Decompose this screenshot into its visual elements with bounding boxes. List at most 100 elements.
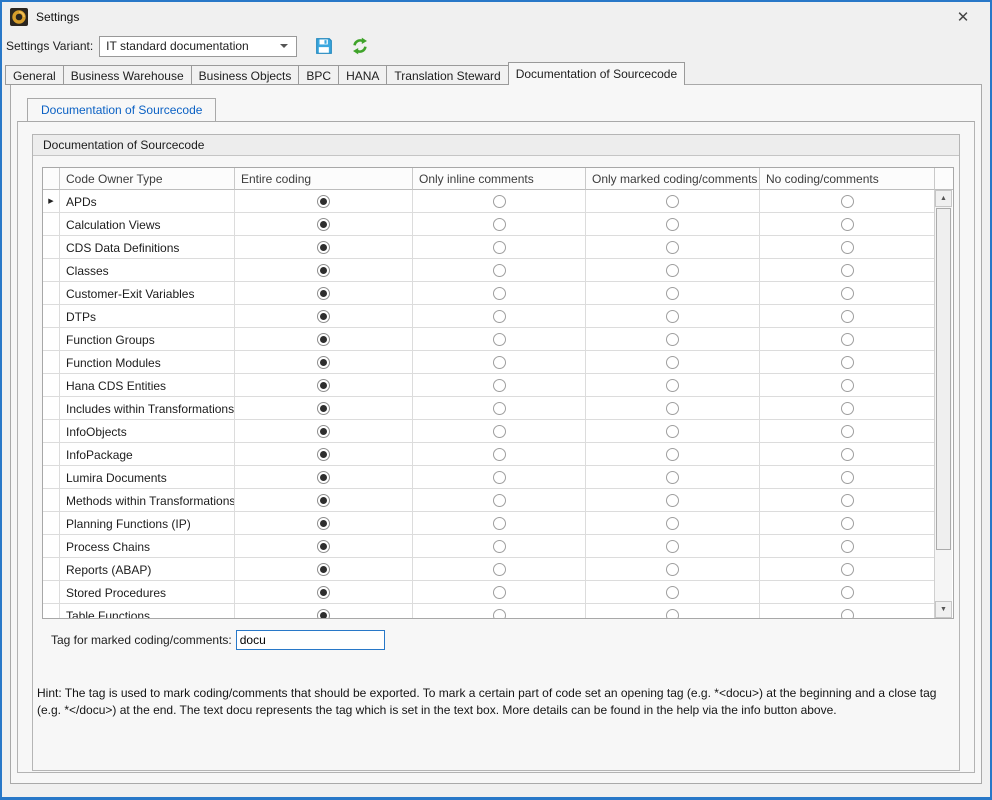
radio-only-inline-comments[interactable] [493, 333, 506, 346]
radio-cell-only-inline-comments[interactable] [413, 604, 586, 618]
radio-only-inline-comments[interactable] [493, 264, 506, 277]
radio-cell-only-marked-coding-comments[interactable] [586, 305, 760, 328]
table-row[interactable]: Classes [43, 259, 953, 282]
radio-only-inline-comments[interactable] [493, 540, 506, 553]
radio-cell-entire-coding[interactable] [235, 535, 413, 558]
radio-only-marked-coding-comments[interactable] [666, 609, 679, 619]
table-row[interactable]: DTPs [43, 305, 953, 328]
radio-selected-entire-coding[interactable] [317, 241, 330, 254]
radio-cell-only-inline-comments[interactable] [413, 305, 586, 328]
radio-cell-only-marked-coding-comments[interactable] [586, 558, 760, 581]
radio-selected-entire-coding[interactable] [317, 264, 330, 277]
vertical-scrollbar[interactable]: ▲ ▼ [934, 190, 952, 618]
radio-only-marked-coding-comments[interactable] [666, 356, 679, 369]
radio-only-inline-comments[interactable] [493, 241, 506, 254]
radio-selected-entire-coding[interactable] [317, 333, 330, 346]
radio-cell-no-coding-comments[interactable] [760, 397, 935, 420]
table-row[interactable]: ▶APDs [43, 190, 953, 213]
radio-cell-entire-coding[interactable] [235, 259, 413, 282]
radio-cell-no-coding-comments[interactable] [760, 328, 935, 351]
radio-cell-entire-coding[interactable] [235, 213, 413, 236]
radio-no-coding-comments[interactable] [841, 586, 854, 599]
radio-no-coding-comments[interactable] [841, 379, 854, 392]
radio-cell-entire-coding[interactable] [235, 282, 413, 305]
radio-cell-entire-coding[interactable] [235, 581, 413, 604]
radio-cell-no-coding-comments[interactable] [760, 489, 935, 512]
table-row[interactable]: Function Groups [43, 328, 953, 351]
radio-cell-only-inline-comments[interactable] [413, 489, 586, 512]
tab-hana[interactable]: HANA [338, 65, 387, 85]
radio-only-marked-coding-comments[interactable] [666, 195, 679, 208]
radio-cell-no-coding-comments[interactable] [760, 374, 935, 397]
table-row[interactable]: Includes within Transformations [43, 397, 953, 420]
radio-only-marked-coding-comments[interactable] [666, 379, 679, 392]
close-icon[interactable]: ✕ [948, 4, 978, 30]
tag-input[interactable] [236, 630, 385, 650]
radio-no-coding-comments[interactable] [841, 195, 854, 208]
radio-selected-entire-coding[interactable] [317, 517, 330, 530]
radio-cell-only-inline-comments[interactable] [413, 535, 586, 558]
table-row[interactable]: Planning Functions (IP) [43, 512, 953, 535]
radio-cell-only-inline-comments[interactable] [413, 443, 586, 466]
radio-only-inline-comments[interactable] [493, 310, 506, 323]
radio-no-coding-comments[interactable] [841, 425, 854, 438]
radio-only-inline-comments[interactable] [493, 609, 506, 619]
radio-cell-only-inline-comments[interactable] [413, 190, 586, 213]
radio-cell-entire-coding[interactable] [235, 305, 413, 328]
radio-cell-only-inline-comments[interactable] [413, 420, 586, 443]
radio-cell-only-inline-comments[interactable] [413, 558, 586, 581]
radio-only-marked-coding-comments[interactable] [666, 448, 679, 461]
table-row[interactable]: Calculation Views [43, 213, 953, 236]
scrollbar-thumb[interactable] [936, 208, 951, 550]
radio-only-inline-comments[interactable] [493, 195, 506, 208]
radio-cell-entire-coding[interactable] [235, 558, 413, 581]
radio-cell-no-coding-comments[interactable] [760, 305, 935, 328]
radio-no-coding-comments[interactable] [841, 356, 854, 369]
radio-only-marked-coding-comments[interactable] [666, 586, 679, 599]
radio-only-inline-comments[interactable] [493, 517, 506, 530]
radio-cell-entire-coding[interactable] [235, 190, 413, 213]
radio-cell-no-coding-comments[interactable] [760, 581, 935, 604]
radio-selected-entire-coding[interactable] [317, 402, 330, 415]
tab-business-objects[interactable]: Business Objects [191, 65, 300, 85]
radio-cell-no-coding-comments[interactable] [760, 535, 935, 558]
table-row[interactable]: Process Chains [43, 535, 953, 558]
radio-cell-only-marked-coding-comments[interactable] [586, 351, 760, 374]
tab-business-warehouse[interactable]: Business Warehouse [63, 65, 192, 85]
radio-cell-only-marked-coding-comments[interactable] [586, 259, 760, 282]
radio-only-marked-coding-comments[interactable] [666, 517, 679, 530]
radio-cell-only-marked-coding-comments[interactable] [586, 466, 760, 489]
radio-selected-entire-coding[interactable] [317, 448, 330, 461]
scroll-down-icon[interactable]: ▼ [935, 601, 952, 618]
radio-no-coding-comments[interactable] [841, 609, 854, 619]
radio-cell-entire-coding[interactable] [235, 397, 413, 420]
inner-tab-documentation-of-sourcecode[interactable]: Documentation of Sourcecode [27, 98, 216, 121]
table-row[interactable]: Stored Procedures [43, 581, 953, 604]
radio-only-inline-comments[interactable] [493, 402, 506, 415]
save-icon[interactable] [315, 37, 333, 55]
radio-selected-entire-coding[interactable] [317, 494, 330, 507]
radio-cell-only-marked-coding-comments[interactable] [586, 420, 760, 443]
radio-only-marked-coding-comments[interactable] [666, 402, 679, 415]
radio-cell-entire-coding[interactable] [235, 236, 413, 259]
radio-cell-entire-coding[interactable] [235, 466, 413, 489]
radio-cell-only-inline-comments[interactable] [413, 397, 586, 420]
table-row[interactable]: CDS Data Definitions [43, 236, 953, 259]
radio-cell-only-marked-coding-comments[interactable] [586, 213, 760, 236]
radio-no-coding-comments[interactable] [841, 402, 854, 415]
radio-no-coding-comments[interactable] [841, 287, 854, 300]
radio-no-coding-comments[interactable] [841, 448, 854, 461]
table-row[interactable]: Methods within Transformations [43, 489, 953, 512]
radio-cell-no-coding-comments[interactable] [760, 213, 935, 236]
radio-cell-only-inline-comments[interactable] [413, 466, 586, 489]
radio-selected-entire-coding[interactable] [317, 287, 330, 300]
radio-cell-only-inline-comments[interactable] [413, 236, 586, 259]
radio-cell-no-coding-comments[interactable] [760, 236, 935, 259]
table-row[interactable]: Table Functions [43, 604, 953, 618]
radio-cell-only-marked-coding-comments[interactable] [586, 581, 760, 604]
table-row[interactable]: InfoObjects [43, 420, 953, 443]
radio-no-coding-comments[interactable] [841, 563, 854, 576]
radio-cell-entire-coding[interactable] [235, 489, 413, 512]
radio-only-inline-comments[interactable] [493, 356, 506, 369]
radio-selected-entire-coding[interactable] [317, 425, 330, 438]
